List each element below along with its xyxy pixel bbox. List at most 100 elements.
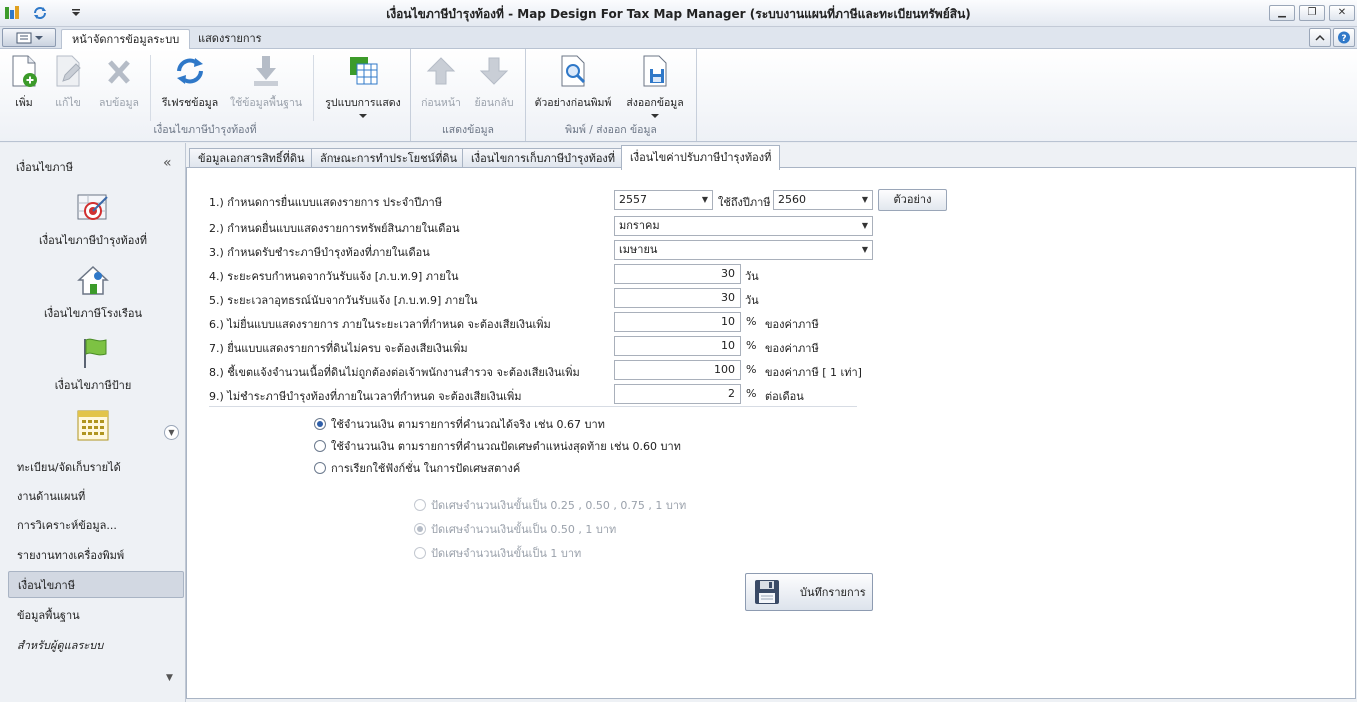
add-button[interactable]: เพิ่ม: [6, 51, 42, 123]
late-payment-penalty-input[interactable]: 2: [614, 384, 741, 404]
restore-button[interactable]: ❐: [1299, 5, 1325, 21]
use-base-data-label: ใช้ข้อมูลพื้นฐาน: [229, 97, 303, 109]
sidebar-item-label: เงื่อนไขภาษีป้าย: [54, 379, 132, 392]
tab-land-documents[interactable]: ข้อมูลเอกสารสิทธิ์ที่ดิน: [189, 148, 314, 169]
sidebar-item-tax-conditions[interactable]: เงื่อนไขภาษี: [8, 571, 184, 598]
late-filing-penalty-input[interactable]: 10: [614, 312, 741, 332]
delete-icon: [108, 60, 130, 84]
back-button-label: ย้อนกลับ: [474, 97, 514, 109]
sidebar-scroll-down-button[interactable]: ▼: [164, 425, 179, 440]
form-row-payment-month: 3.) กำหนดรับชำระภาษีบำรุงท้องที่ภายในเดื…: [209, 240, 1039, 260]
tab-show-list[interactable]: แสดงรายการ: [188, 29, 272, 49]
radio-dot: [414, 547, 426, 559]
sidebar-item-building-tax[interactable]: เงื่อนไขภาษีโรงเรือน: [0, 263, 186, 331]
radio-dot: [314, 440, 326, 452]
collapse-sidebar-icon[interactable]: «: [163, 155, 172, 171]
close-button[interactable]: ✕: [1329, 5, 1355, 21]
ribbon-group-print-export: ตัวอย่างก่อนพิมพ์ ส่งออกข้อมูล พิมพ์ / ส…: [526, 49, 697, 141]
percent-label: %: [746, 387, 757, 400]
sidebar-item-mapping[interactable]: งานด้านแผนที่: [8, 483, 184, 510]
unit-label: วัน: [745, 294, 759, 307]
sidebar-item-admin[interactable]: สำหรับผู้ดูแลระบบ: [8, 632, 184, 659]
use-base-data-button[interactable]: ใช้ข้อมูลพื้นฐาน: [228, 51, 304, 123]
until-year-select[interactable]: 2560 ▼: [773, 190, 873, 210]
percent-label: %: [746, 363, 757, 376]
round-option-whole[interactable]: ปัดเศษจำนวนเงินขั้นเป็น 1 บาท: [414, 545, 581, 561]
round-option-quarter[interactable]: ปัดเศษจำนวนเงินขั้นเป็น 0.25 , 0.50 , 0.…: [414, 497, 686, 513]
arrow-up-icon: [426, 57, 456, 85]
ribbon-separator: [313, 55, 314, 121]
arrow-down-icon: [479, 57, 509, 85]
display-format-button[interactable]: รูปแบบการแสดง: [322, 51, 404, 123]
percent-label: %: [746, 315, 757, 328]
field-label: 4.) ระยะครบกำหนดจากวันรับแจ้ง [ภ.บ.ท.9] …: [209, 270, 459, 283]
previous-button[interactable]: ก่อนหน้า: [417, 51, 465, 123]
tax-year-select[interactable]: 2557 ▼: [614, 190, 713, 210]
ribbon-tab-row: หน้าจัดการข้อมูลระบบ แสดงรายการ ?: [0, 27, 1357, 50]
ribbon-group-conditions: เพิ่ม แก้ไข ลบข้อมูล รีเฟรชข้อมูล ใช้ข้อ…: [0, 49, 411, 141]
ribbon-group-navigation: ก่อนหน้า ย้อนกลับ แสดงข้อมูล: [411, 49, 526, 141]
incomplete-filing-penalty-input[interactable]: 10: [614, 336, 741, 356]
sidebar-item-label: เงื่อนไขภาษีบำรุงท้องที่: [39, 234, 147, 247]
radio-label: ปัดเศษจำนวนเงินขั้นเป็น 0.25 , 0.50 , 0.…: [431, 499, 687, 512]
minimize-button[interactable]: ▁: [1269, 5, 1295, 21]
sidebar-item-signboard-tax[interactable]: เงื่อนไขภาษีป้าย: [0, 335, 186, 403]
field-label: 9.) ไม่ชำระภาษีบำรุงท้องที่ภายในเวลาที่ก…: [209, 390, 522, 403]
refresh-icon: [177, 58, 203, 84]
help-button[interactable]: ?: [1333, 28, 1355, 47]
previous-button-label: ก่อนหน้า: [421, 97, 461, 109]
form-row-wrong-area-penalty: 8.) ชี้เขตแจ้งจำนวนเนื้อที่ดินไม่ถูกต้อง…: [209, 360, 1039, 380]
sidebar-item-print-reports[interactable]: รายงานทางเครื่องพิมพ์: [8, 542, 184, 569]
title-bar: เงื่อนไขภาษีบำรุงท้องที่ - Map Design Fo…: [0, 0, 1357, 27]
rounding-option-actual[interactable]: ใช้จำนวนเงิน ตามรายการที่คำนวณได้จริง เช…: [314, 416, 605, 432]
sample-button[interactable]: ตัวอย่าง: [878, 189, 947, 211]
ribbon-minimize-button[interactable]: [1309, 28, 1331, 47]
payment-month-select[interactable]: เมษายน ▼: [614, 240, 873, 260]
suffix-label: ของค่าภาษี: [765, 318, 819, 331]
tab-land-usage[interactable]: ลักษณะการทำประโยชน์ที่ดิน: [311, 148, 466, 169]
form-row-due-period: 4.) ระยะครบกำหนดจากวันรับแจ้ง [ภ.บ.ท.9] …: [209, 264, 1039, 284]
due-period-input[interactable]: 30: [614, 264, 741, 284]
sidebar-item-calendar[interactable]: [0, 407, 186, 443]
form-row-filing-month: 2.) กำหนดยื่นแบบแสดงรายการทรัพย์สินภายใน…: [209, 216, 1039, 236]
field-label: 6.) ไม่ยื่นแบบแสดงรายการ ภายในระยะเวลาที…: [209, 318, 551, 331]
edit-button[interactable]: แก้ไข: [50, 51, 86, 123]
refresh-button[interactable]: รีเฟรชข้อมูล: [159, 51, 221, 123]
ribbon: เพิ่ม แก้ไข ลบข้อมูล รีเฟรชข้อมูล ใช้ข้อ…: [0, 49, 1357, 142]
wrong-area-penalty-input[interactable]: 100: [614, 360, 741, 380]
suffix-label: ต่อเดือน: [765, 390, 804, 403]
chevron-down-icon: [34, 35, 43, 40]
back-button[interactable]: ย้อนกลับ: [469, 51, 519, 123]
rounding-option-function[interactable]: การเรียกใช้ฟังก์ชั่น ในการปัดเศษสตางค์: [314, 460, 520, 476]
filing-month-select[interactable]: มกราคม ▼: [614, 216, 873, 236]
field-label: 1.) กำหนดการยื่นแบบแสดงรายการ ประจำปีภาษ…: [209, 196, 442, 209]
form-row-appeal-period: 5.) ระยะเวลาอุทธรณ์นับจากวันรับแจ้ง [ภ.บ…: [209, 288, 1039, 308]
penalty-conditions-panel: 1.) กำหนดการยื่นแบบแสดงรายการ ประจำปีภาษ…: [186, 167, 1356, 699]
calendar-icon: [77, 410, 109, 441]
sidebar-item-registration[interactable]: ทะเบียน/จัดเก็บรายได้: [8, 454, 184, 481]
sidebar-item-analysis[interactable]: การวิเคราะห์ข้อมูล...: [8, 512, 184, 539]
tab-tax-penalty-conditions[interactable]: เงื่อนไขค่าปรับภาษีบำรุงท้องที่: [621, 145, 781, 170]
export-button[interactable]: ส่งออกข้อมูล: [622, 51, 688, 123]
sidebar-item-base-data[interactable]: ข้อมูลพื้นฐาน: [8, 602, 184, 629]
appeal-period-input[interactable]: 30: [614, 288, 741, 308]
form-row-late-payment-penalty: 9.) ไม่ชำระภาษีบำรุงท้องที่ภายในเวลาที่ก…: [209, 384, 1039, 404]
delete-button[interactable]: ลบข้อมูล: [94, 51, 144, 123]
tab-system-data[interactable]: หน้าจัดการข้อมูลระบบ: [61, 29, 191, 50]
sidebar: เงื่อนไขภาษี « เงื่อนไขภาษีบำรุงท้องที่ …: [0, 143, 186, 702]
display-format-label: รูปแบบการแสดง: [325, 97, 401, 109]
app-menu-button[interactable]: [2, 28, 56, 47]
ribbon-group-label: แสดงข้อมูล: [442, 124, 494, 136]
edit-icon: [56, 55, 81, 87]
form-row-late-filing-penalty: 6.) ไม่ยื่นแบบแสดงรายการ ภายในระยะเวลาที…: [209, 312, 1039, 332]
tab-tax-collection-conditions[interactable]: เงื่อนไขการเก็บภาษีบำรุงท้องที่: [462, 148, 625, 169]
ribbon-group-label: เงื่อนไขภาษีบำรุงท้องที่: [153, 124, 257, 136]
sidebar-options-icon[interactable]: ▼: [166, 673, 173, 683]
export-save-icon: [643, 55, 667, 87]
rounding-option-last-digit[interactable]: ใช้จำนวนเงิน ตามรายการที่คำนวณปัดเศษตำแห…: [314, 438, 681, 454]
radio-dot: [314, 418, 326, 430]
round-option-half[interactable]: ปัดเศษจำนวนเงินขั้นเป็น 0.50 , 1 บาท: [414, 521, 616, 537]
sidebar-item-local-maintenance-tax[interactable]: เงื่อนไขภาษีบำรุงท้องที่: [0, 190, 186, 258]
save-button[interactable]: บันทึกรายการ: [745, 573, 873, 611]
print-preview-button[interactable]: ตัวอย่างก่อนพิมพ์: [533, 51, 613, 123]
